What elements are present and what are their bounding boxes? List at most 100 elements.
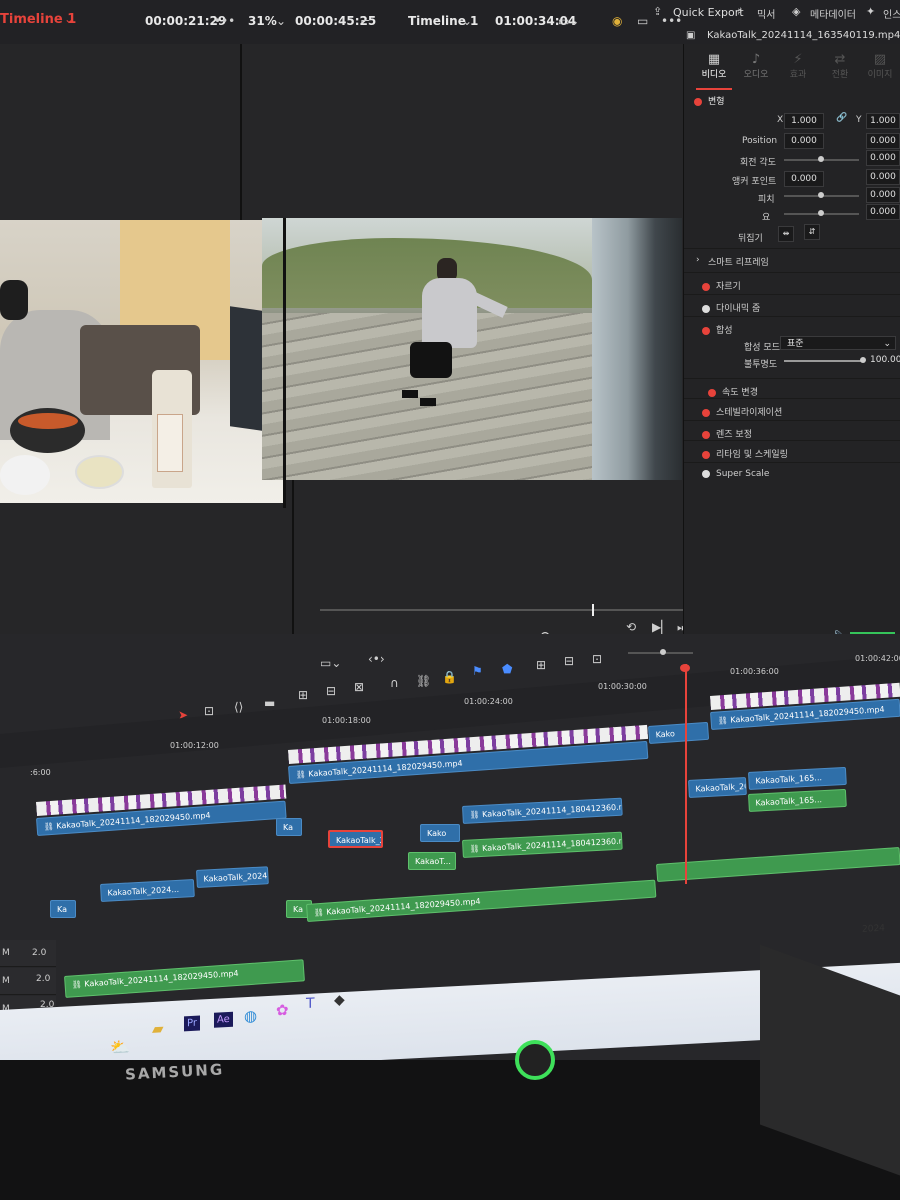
enable-dot[interactable] [702,408,710,417]
blade-tool-icon[interactable]: ▬ [264,696,275,710]
tab-image[interactable]: ▨ 이미지 [860,52,900,80]
section-retime-scaling[interactable]: 리타임 및 스케일링 [684,440,900,463]
chevron-down-icon[interactable]: ⌄ [276,14,286,28]
copilot-icon[interactable]: ✿ [276,1001,289,1020]
replace-clip-icon[interactable]: ⊠ [354,680,364,694]
zoom-x-field[interactable]: 1.000 [784,113,824,129]
video-clip[interactable]: Kako [420,824,460,842]
audio-track-header[interactable]: M2.0 [0,940,56,967]
video-clip[interactable]: Ka [50,900,76,918]
snapping-icon[interactable]: ∩ [390,676,399,690]
monitor-icon[interactable]: ▭ [637,14,648,28]
anchor-x-field[interactable]: 0.000 [784,171,824,187]
match-frame-icon[interactable]: ⟲ [626,620,636,634]
opacity-slider[interactable] [784,360,864,362]
audio-clip[interactable]: KakaoT... [408,852,456,870]
metadata-button[interactable]: 메타데이터 [810,6,856,21]
audio-clip[interactable]: ⛓ KakaoTalk_20241114_182029450.mp4 [64,959,305,998]
tab-video[interactable]: ▦ 비디오 [694,52,734,80]
quick-export-icon[interactable]: ⇪ [653,5,662,18]
mixer-button[interactable]: 믹서 [757,6,775,21]
flag-icon[interactable]: ⚑ [472,664,483,678]
quick-export-button[interactable]: Quick Export [673,6,744,19]
pitch-field[interactable]: 0.000 [866,187,900,203]
playhead[interactable] [685,664,687,884]
chevron-down-icon[interactable]: ⌄ [462,14,472,28]
section-transform[interactable]: 변형 [694,94,725,107]
video-clip[interactable]: KakaoTalk_165... [748,766,847,790]
video-clip[interactable]: KakaoTalk_2024... [196,866,269,888]
tab-transition[interactable]: ⇄ 전환 [820,52,860,80]
position-x-field[interactable]: 0.000 [784,133,824,149]
enable-dot[interactable] [702,430,710,439]
overwrite-clip-icon[interactable]: ⊟ [326,684,336,698]
section-crop[interactable]: 자르기 [684,272,900,295]
metadata-icon[interactable]: ◈ [792,5,800,18]
more-options-icon[interactable]: ••• [214,14,235,28]
section-stabilization[interactable]: 스테빌라이제이션 [684,398,900,421]
enable-dot[interactable] [708,388,716,397]
zoom-y-field[interactable]: 1.000 [866,113,900,129]
section-smart-reframe[interactable]: › 스마트 리프레임 [684,248,900,271]
insert-clip-icon[interactable]: ⊞ [298,688,308,702]
zoom-knob[interactable] [660,649,666,655]
video-clip[interactable]: KakaoTalk_202... [688,776,747,798]
selected-video-clip[interactable]: KakaoTalk_2... [328,830,383,848]
teams-icon[interactable]: T [306,996,315,1012]
link-icon[interactable]: 🔗 [836,113,847,123]
video-clip[interactable]: KakaoTalk_2024... [100,879,195,902]
audio-clip[interactable]: ⛓ KakaoTalk_20241114_180412360.mp4 [462,831,623,858]
rotation-field[interactable]: 0.000 [866,150,900,166]
enable-dot[interactable] [702,326,710,335]
zoom-full-icon[interactable]: ⊞ [536,658,546,672]
after-effects-icon[interactable]: Ae [214,1011,233,1028]
anchor-y-field[interactable]: 0.000 [866,169,900,185]
program-scrubber[interactable] [320,609,685,611]
video-clip[interactable]: ⛓ KakaoTalk_20241114_180412360.mp4 [462,797,623,824]
collapse-icon[interactable]: ⌐ [360,14,370,28]
enable-dot[interactable] [702,304,710,313]
composite-mode-select[interactable]: 표준 ⌄ [780,336,896,350]
audio-clip[interactable]: KakaoTalk_165... [748,788,847,812]
marker-icon[interactable]: ⬟ [502,662,512,676]
program-scrubber-head[interactable] [592,604,594,616]
tab-audio[interactable]: ♪ 오디오 [736,52,776,80]
view-icon[interactable]: ▭⌄ [320,656,341,670]
position-y-field[interactable]: 0.000 [866,133,900,149]
pitch-knob[interactable] [818,192,824,198]
enable-dot[interactable] [702,282,710,291]
color-picker-icon[interactable]: ◉ [612,14,622,28]
audio-clip[interactable]: ⛓ KakaoTalk_20241114_182029450.mp4 [306,879,657,922]
view-options-icon[interactable]: ▭⌄ [558,14,579,28]
opacity-value[interactable]: 100.00 [870,355,900,365]
weather-icon[interactable]: ⛅ [110,1037,130,1057]
yaw-knob[interactable] [818,210,824,216]
mixer-icon[interactable]: ♯ [737,5,742,18]
tab-effects[interactable]: ⚡ 효과 [778,52,818,80]
zoom-custom-icon[interactable]: ⊡ [592,652,602,666]
inspector-button[interactable]: 인스펙터 [883,6,900,21]
enable-dot[interactable] [702,450,710,459]
flip-vertical-icon[interactable]: ⇵ [804,224,820,240]
chevron-down-icon[interactable]: ⌄ [64,12,74,26]
nav-icon[interactable]: ‹•› [368,652,385,666]
enable-dot[interactable] [694,97,702,106]
enable-dot[interactable] [702,469,710,478]
davinci-icon[interactable]: ◆ [334,992,345,1009]
folder-icon[interactable]: ▰ [152,1019,164,1038]
audio-track-header[interactable]: M2.0 [0,968,56,995]
opacity-knob[interactable] [860,357,866,363]
link-icon[interactable]: ⛓ [416,674,431,688]
premiere-icon[interactable]: Pr [184,1015,200,1032]
program-viewer-image[interactable] [262,218,682,480]
flip-horizontal-icon[interactable]: ⇹ [778,226,794,242]
zoom-detail-icon[interactable]: ⊟ [564,654,574,668]
section-dynamic-zoom[interactable]: 다이내믹 줌 [684,294,900,317]
section-super-scale[interactable]: Super Scale [684,462,900,485]
audio-clip[interactable] [656,846,900,882]
video-clip[interactable]: Ka [276,818,302,836]
yaw-field[interactable]: 0.000 [866,204,900,220]
inspector-icon[interactable]: ✦ [866,5,875,18]
source-viewer-image[interactable] [0,220,283,503]
lock-icon[interactable]: 🔒 [442,670,457,684]
